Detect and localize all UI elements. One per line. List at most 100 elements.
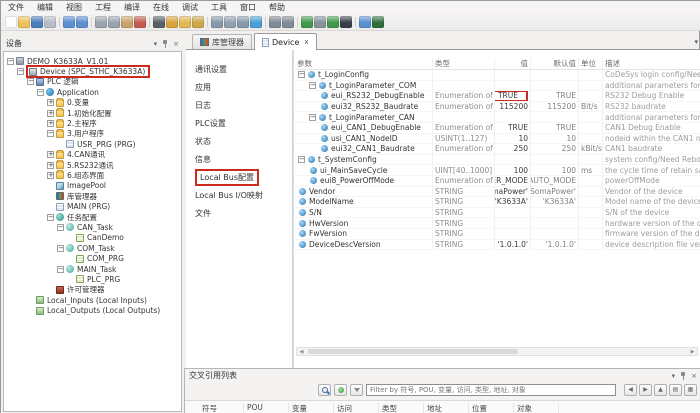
grid-view-button[interactable]: ▦ (684, 384, 697, 396)
table-row[interactable]: −t_LoginParameter_CANadditional paramete… (295, 112, 700, 123)
redo-icon[interactable] (76, 16, 88, 28)
table-row[interactable]: eui8_PowerOffModeEnumeration of USINTUSE… (295, 176, 700, 187)
menu-item[interactable]: 在线 (153, 2, 169, 13)
tree-node[interactable]: −MAIN_Task (4, 264, 181, 274)
clean-icon[interactable] (237, 16, 249, 28)
cross-reference-column[interactable]: 类型 (379, 403, 424, 413)
cross-reference-column[interactable]: POU (244, 403, 289, 413)
table-row[interactable]: ModelNameSTRING'K3633A''K3633A'Model nam… (295, 197, 700, 208)
table-row[interactable]: ui_MainSaveCycleUINT[40..1000]100100msth… (295, 165, 700, 176)
tree-node[interactable]: USR_PRG (PRG) (4, 139, 181, 149)
scrollbar-thumb[interactable] (308, 349, 518, 354)
new-file-icon[interactable] (5, 16, 17, 28)
chevron-down-icon[interactable]: ▾ (672, 372, 676, 380)
undo-icon[interactable] (63, 16, 75, 28)
collapse-icon[interactable]: − (17, 68, 24, 75)
refresh-icon[interactable] (250, 16, 262, 28)
expand-icon[interactable]: + (47, 99, 54, 106)
replace-icon[interactable] (166, 16, 178, 28)
device-page-item[interactable]: 通讯设置 (186, 60, 292, 78)
find-icon[interactable] (153, 16, 165, 28)
menu-item[interactable]: 编译 (124, 2, 140, 13)
collapse-icon[interactable]: − (27, 78, 34, 85)
tree-node[interactable]: CanDemo (4, 233, 181, 243)
column-header[interactable]: 参数 (295, 58, 433, 69)
table-row[interactable]: eui32_RS232_BaudrateEnumeration of UDINT… (295, 102, 700, 113)
delete-icon[interactable] (134, 16, 146, 28)
device-page-item[interactable]: 状态 (186, 132, 292, 150)
collapse-icon[interactable]: − (309, 114, 316, 121)
menu-item[interactable]: 帮助 (269, 2, 285, 13)
device-page-item[interactable]: 日志 (186, 96, 292, 114)
value-cell[interactable]: 115200 (495, 102, 531, 112)
step-over-icon[interactable] (359, 16, 371, 28)
close-icon[interactable]: × (173, 40, 179, 48)
tree-node[interactable]: −COM_Task (4, 243, 181, 253)
table-row[interactable]: −t_SystemConfigsystem config/Need Reboot… (295, 155, 700, 166)
value-cell[interactable]: 10 (495, 134, 531, 144)
expand-icon[interactable]: + (47, 162, 54, 169)
filter-button[interactable] (350, 384, 363, 396)
value-cell[interactable] (495, 218, 531, 228)
table-row[interactable]: eui32_CAN1_BaudrateEnumeration of UDINT2… (295, 144, 700, 155)
tree-node[interactable]: +2.主程序 (4, 118, 181, 128)
expand-icon[interactable]: + (47, 110, 54, 117)
value-cell[interactable]: '1.0.1.0' (495, 240, 531, 250)
next-button[interactable]: ▶ (639, 384, 652, 396)
collapse-icon[interactable]: − (298, 71, 305, 78)
table-row[interactable]: eui_RS232_DebugEnableEnumeration of SINT… (295, 91, 700, 102)
prev-button[interactable]: ◀ (624, 384, 637, 396)
tab-library-manager[interactable]: 库管理器 (192, 34, 252, 49)
collapse-icon[interactable]: − (309, 82, 316, 89)
table-row[interactable]: −t_LoginParameter_COMadditional paramete… (295, 81, 700, 92)
tree-node[interactable]: +0.变量 (4, 98, 181, 108)
value-cell[interactable] (495, 208, 531, 218)
compare-icon[interactable] (269, 16, 281, 28)
column-header[interactable]: 单位 (579, 58, 603, 69)
tree-node[interactable]: Local_Outputs (Local Outputs) (4, 305, 181, 315)
table-row[interactable]: S/NSTRINGS/N of the device (295, 208, 700, 219)
tree-node[interactable]: −CAN_Task (4, 222, 181, 232)
cross-reference-column[interactable]: 符号 (199, 403, 244, 413)
menu-item[interactable]: 编辑 (37, 2, 53, 13)
collapse-icon[interactable]: − (7, 58, 14, 65)
table-row[interactable]: VendorSTRING'SomaPower''SomaPower'Vendor… (295, 187, 700, 198)
cross-reference-column[interactable]: 地址 (424, 403, 469, 413)
menu-item[interactable]: 工具 (211, 2, 227, 13)
value-cell[interactable]: TRUE (495, 123, 531, 133)
table-row[interactable]: eui_CAN1_DebugEnableEnumeration of SINTT… (295, 123, 700, 134)
tab-overflow-icon[interactable]: ▾ (694, 38, 698, 46)
device-page-item[interactable]: 应用 (186, 78, 292, 96)
expand-icon[interactable]: + (47, 172, 54, 179)
cross-reference-column[interactable]: 对象 (514, 403, 559, 413)
bookmark-icon[interactable] (192, 16, 204, 28)
tree-node[interactable]: −Device (SPC_STHC_K3633A) (4, 66, 181, 76)
pin-icon[interactable] (680, 372, 686, 380)
scroll-left-icon[interactable]: ◀ (297, 348, 306, 355)
tab-device[interactable]: Device x (254, 33, 317, 50)
paste-icon[interactable] (121, 16, 133, 28)
tree-node[interactable]: +6.组态界面 (4, 170, 181, 180)
start-icon[interactable] (327, 16, 339, 28)
collapse-icon[interactable]: − (47, 214, 54, 221)
find-all-icon[interactable] (179, 16, 191, 28)
value-cell[interactable] (495, 70, 531, 80)
search-button[interactable] (318, 384, 331, 396)
value-cell[interactable]: 'SomaPower' (495, 187, 531, 197)
filter-input[interactable] (366, 384, 616, 396)
table-row[interactable]: HwVersionSTRINGhardware version of the d… (295, 218, 700, 229)
column-header[interactable]: 值 (495, 58, 531, 69)
collapse-icon[interactable]: − (57, 266, 64, 273)
tree-node[interactable]: −3.用户程序 (4, 129, 181, 139)
value-cell[interactable] (495, 155, 531, 165)
scrollbar-track[interactable] (306, 348, 688, 355)
scroll-right-icon[interactable]: ▶ (688, 348, 697, 355)
value-cell[interactable]: TRUE (495, 91, 531, 101)
menu-item[interactable]: 文件 (8, 2, 24, 13)
value-cell[interactable] (495, 112, 531, 122)
tree-node[interactable]: +4.CAN通讯 (4, 150, 181, 160)
collapse-icon[interactable]: − (37, 89, 44, 96)
chevron-down-icon[interactable]: ▾ (154, 40, 158, 48)
tree-node[interactable]: +1.初始化配置 (4, 108, 181, 118)
tree-node[interactable]: COM_PRG (4, 253, 181, 263)
